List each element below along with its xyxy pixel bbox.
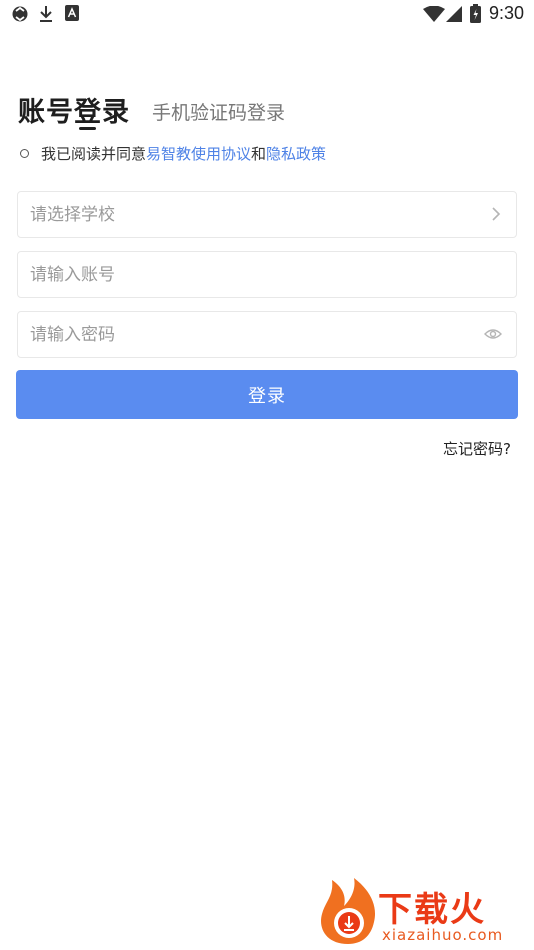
login-tabs: 账号登录 手机验证码登录: [18, 90, 518, 135]
download-icon: [38, 5, 54, 27]
watermark-name: 下载火: [378, 890, 486, 930]
login-button[interactable]: 登录: [16, 370, 518, 419]
watermark: 下载火 xiazaihuo.com: [316, 876, 530, 946]
battery-icon: [470, 4, 481, 27]
active-tab-indicator: [79, 127, 96, 130]
school-select[interactable]: [17, 191, 517, 238]
agreement-text: 我已阅读并同意: [41, 144, 147, 163]
eye-icon[interactable]: [484, 326, 502, 346]
chevron-right-icon: [490, 205, 502, 227]
privacy-link[interactable]: 隐私政策: [266, 143, 326, 164]
agreement-and: 和: [251, 144, 267, 163]
wifi-icon: [423, 5, 445, 26]
school-input[interactable]: [18, 204, 470, 225]
password-field[interactable]: [17, 311, 517, 358]
agreement-row: 我已阅读并同意 易智教使用协议和隐私政策: [20, 142, 326, 164]
account-input[interactable]: [18, 264, 470, 285]
watermark-url: xiazaihuo.com: [382, 926, 504, 944]
text-icon: [65, 5, 79, 25]
password-input[interactable]: [18, 324, 470, 345]
sync-icon: [11, 5, 29, 27]
tab-sms-login[interactable]: 手机验证码登录: [152, 98, 285, 125]
account-field[interactable]: [17, 251, 517, 298]
status-bar: 9:30: [0, 0, 534, 30]
signal-icon: [446, 6, 462, 26]
terms-link[interactable]: 易智教使用协议: [146, 143, 251, 164]
agreement-radio[interactable]: [20, 148, 29, 158]
status-time: 9:30: [488, 3, 524, 23]
tab-account-login[interactable]: 账号登录: [18, 90, 130, 129]
flame-logo-icon: [321, 878, 376, 944]
forgot-password-link[interactable]: 忘记密码?: [443, 438, 511, 459]
